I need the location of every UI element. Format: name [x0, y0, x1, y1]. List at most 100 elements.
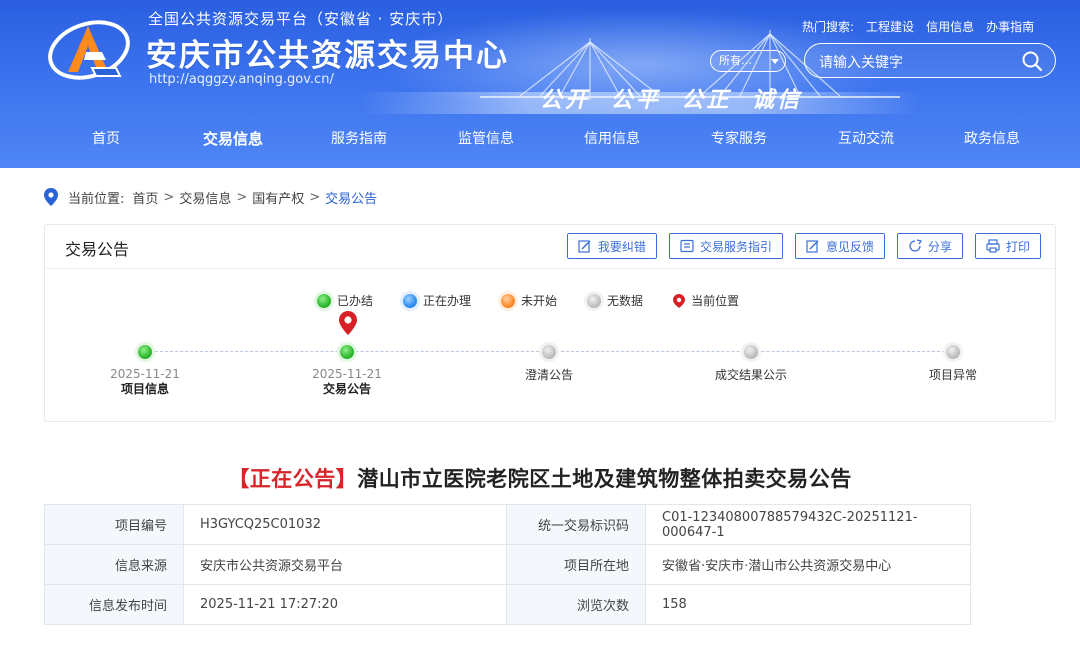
hot-link-engineering[interactable]: 工程建设 — [866, 18, 914, 35]
step-node-exception — [946, 344, 960, 363]
nav-supervision[interactable]: 监管信息 — [458, 128, 514, 148]
nav-service-guide[interactable]: 服务指南 — [331, 128, 387, 148]
print-icon — [986, 239, 1000, 253]
project-info-table: 项目编号 H3GYCQ25C01032 统一交易标识码 C01-12340800… — [44, 504, 971, 625]
search-icon[interactable] — [1021, 50, 1043, 72]
hot-link-credit[interactable]: 信用信息 — [926, 18, 974, 35]
hot-search-label: 热门搜索: — [802, 20, 855, 34]
step-exception[interactable]: 项目异常 — [929, 367, 977, 383]
nav-trade-info[interactable]: 交易信息 — [203, 128, 263, 149]
search-scope-select[interactable]: 所有… — [710, 50, 786, 72]
feedback-icon — [806, 240, 819, 253]
legend-no-data: 无数据 — [587, 292, 643, 309]
step-date: 2025-11-21 — [110, 367, 180, 381]
cell-key: 项目所在地 — [506, 544, 646, 585]
legend-done-label: 已办结 — [337, 294, 374, 308]
cell-value: C01-12340800788579432C-20251121-000647-1 — [645, 504, 971, 545]
gray-dot-icon — [542, 345, 556, 359]
cell-key: 项目编号 — [44, 504, 184, 545]
cell-key: 信息来源 — [44, 544, 184, 585]
breadcrumb: 当前位置: 首页 > 交易信息 > 国有产权 > 交易公告 — [44, 188, 377, 207]
step-node-clarification — [542, 344, 556, 363]
breadcrumb-separator: > — [309, 189, 321, 205]
gray-dot-icon — [744, 345, 758, 359]
share-icon — [909, 239, 922, 252]
green-dot-icon — [317, 293, 331, 308]
nav-expert[interactable]: 专家服务 — [711, 128, 767, 148]
step-name: 项目信息 — [120, 382, 169, 396]
search-placeholder: 请输入关键字 — [819, 55, 903, 71]
edit-icon — [578, 240, 591, 253]
breadcrumb-separator: > — [163, 189, 175, 205]
nav-interaction[interactable]: 互动交流 — [838, 128, 894, 148]
breadcrumb-current[interactable]: 交易公告 — [325, 188, 377, 207]
panel-actions: 我要纠错 交易服务指引 意见反馈 分享 打印 — [566, 233, 1041, 259]
cell-key: 浏览次数 — [506, 584, 646, 625]
site-header: 全国公共资源交易平台（安徽省 · 安庆市） 安庆市公共资源交易中心 http:/… — [0, 0, 1080, 168]
cell-value: 2025-11-21 17:27:20 — [183, 584, 507, 625]
panel-title: 交易公告 — [65, 240, 130, 259]
breadcrumb-separator: > — [236, 189, 248, 205]
step-node-trade-notice — [340, 344, 354, 363]
share-button[interactable]: 分享 — [896, 233, 963, 259]
site-subtitle: 全国公共资源交易平台（安徽省 · 安庆市） — [148, 10, 454, 28]
orange-dot-icon — [501, 293, 516, 308]
step-name: 交易公告 — [322, 382, 371, 396]
breadcrumb-state-assets[interactable]: 国有产权 — [252, 188, 304, 207]
step-clarification[interactable]: 澄清公告 — [525, 367, 573, 383]
step-date: 2025-11-21 — [312, 367, 382, 381]
legend-current-label: 当前位置 — [691, 294, 740, 308]
status-tag: 【正在公告】 — [228, 467, 358, 491]
feedback-button[interactable]: 意见反馈 — [794, 233, 885, 259]
step-name: 澄清公告 — [524, 368, 574, 382]
table-row: 信息发布时间 2025-11-21 17:27:20 浏览次数 158 — [44, 584, 971, 625]
search-input[interactable]: 请输入关键字 — [804, 43, 1056, 78]
breadcrumb-home[interactable]: 首页 — [132, 188, 158, 207]
blue-dot-icon — [403, 293, 418, 308]
feedback-label: 意见反馈 — [825, 239, 874, 254]
service-guide-button[interactable]: 交易服务指引 — [668, 233, 783, 259]
step-name: 项目异常 — [928, 368, 978, 382]
table-row: 信息来源 安庆市公共资源交易平台 项目所在地 安徽省·安庆市·潜山市公共资源交易… — [44, 544, 971, 585]
step-trade-notice[interactable]: 2025-11-21 交易公告 — [312, 367, 382, 397]
site-logo[interactable] — [46, 16, 132, 82]
legend-current: 当前位置 — [673, 292, 739, 309]
report-error-button[interactable]: 我要纠错 — [566, 233, 657, 259]
step-node-project-info — [138, 344, 152, 363]
report-error-label: 我要纠错 — [597, 239, 646, 254]
green-dot-icon — [340, 345, 354, 359]
cell-value: 安庆市公共资源交易平台 — [183, 544, 507, 585]
article-title-text: 潜山市立医院老院区土地及建筑物整体拍卖交易公告 — [357, 467, 852, 491]
legend-in-progress: 正在办理 — [403, 292, 471, 309]
share-label: 分享 — [927, 239, 952, 254]
breadcrumb-label: 当前位置: — [68, 191, 125, 207]
legend-not-started: 未开始 — [501, 292, 557, 309]
step-node-result — [744, 344, 758, 363]
hot-search: 热门搜索: 工程建设 信用信息 办事指南 — [802, 18, 1034, 35]
legend-done: 已办结 — [317, 292, 373, 309]
step-project-info[interactable]: 2025-11-21 项目信息 — [110, 367, 180, 397]
chevron-down-icon — [771, 59, 779, 64]
step-result[interactable]: 成交结果公示 — [715, 367, 787, 383]
main-nav: 首页 交易信息 服务指南 监管信息 信用信息 专家服务 互动交流 政务信息 — [0, 118, 1080, 158]
breadcrumb-trade-info[interactable]: 交易信息 — [179, 188, 231, 207]
search-scope-value: 所有… — [719, 54, 752, 67]
gray-dot-icon — [946, 345, 960, 359]
cell-value: H3GYCQ25C01032 — [183, 504, 507, 545]
print-button[interactable]: 打印 — [974, 233, 1041, 259]
gray-dot-icon — [587, 293, 602, 308]
nav-government[interactable]: 政务信息 — [964, 128, 1020, 148]
cell-value: 158 — [645, 584, 971, 625]
status-legend: 已办结 正在办理 未开始 无数据 当前位置 — [317, 292, 739, 309]
site-motto: 公开 公平 公正 诚信 — [540, 87, 802, 113]
legend-no-data-label: 无数据 — [607, 294, 644, 308]
nav-credit[interactable]: 信用信息 — [584, 128, 640, 148]
service-guide-label: 交易服务指引 — [699, 239, 772, 254]
green-dot-icon — [138, 345, 152, 359]
nav-home[interactable]: 首页 — [92, 128, 120, 148]
print-label: 打印 — [1005, 239, 1030, 254]
step-name: 成交结果公示 — [714, 368, 788, 382]
hot-link-guide[interactable]: 办事指南 — [986, 18, 1034, 35]
location-marker-icon — [673, 293, 686, 308]
site-title[interactable]: 安庆市公共资源交易中心 — [146, 30, 509, 75]
